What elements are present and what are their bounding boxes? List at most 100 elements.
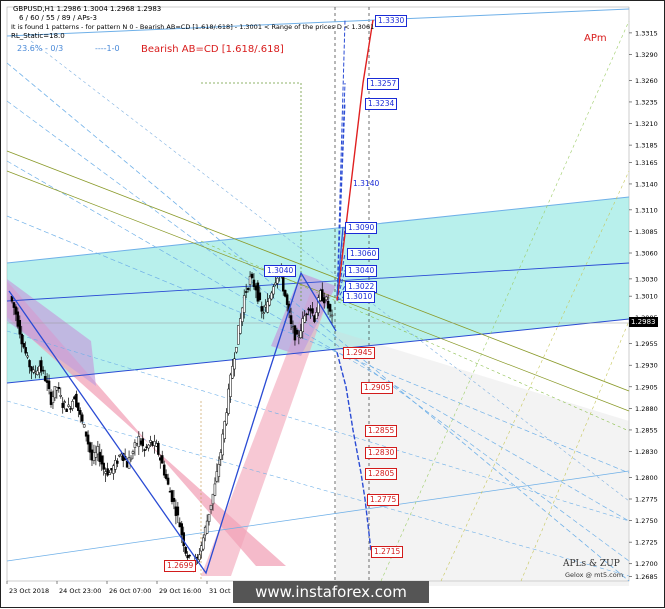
candle-body [73,396,76,400]
y-tick-label: 1.2830 [635,448,658,456]
channel-bands [6,6,630,586]
candle-body [51,396,55,403]
y-tick-label: 1.3260 [635,77,658,85]
pattern-title: Bearish AB=CD [1.618/.618] [141,44,284,55]
candle-body [143,449,146,451]
candle-body [75,393,78,408]
candle-body [84,431,88,437]
y-tick-label: 1.2685 [635,573,658,581]
candle-body [131,451,135,454]
candle-body [227,388,230,414]
candle-body [159,457,162,461]
candle-body [112,465,115,474]
red-level-label: 1.2775 [367,494,400,506]
candle-body [326,300,330,309]
candle-body [315,312,318,320]
y-tick-label: 1.3060 [635,250,658,258]
candle-body [272,286,275,295]
candle-body [264,304,267,308]
params-line: 6 / 60 / 55 / 89 / APs-3 [19,14,97,22]
candle-body [22,342,25,348]
candle-body [61,402,64,408]
y-tick-label: 1.2905 [635,383,658,391]
candle-body [291,326,295,329]
candle-body [153,441,156,446]
candle-body [180,523,184,536]
swing-high-label: 1.3040 [264,265,297,278]
candle-body [258,292,262,301]
candle-body [186,555,189,559]
y-tick-label: 1.3010 [635,293,658,301]
candle-body [108,472,111,476]
y-tick-label: 1.3110 [635,206,658,214]
candle-body [211,493,215,505]
candle-body [162,464,166,476]
candle-body [309,308,312,312]
level-label: ----1-0 [95,44,120,53]
blue-level-label: 1.3234 [365,97,398,110]
y-tick-label: 1.3185 [635,142,658,150]
candle-body [164,474,168,479]
candle-body [104,471,107,474]
candle-body [225,412,228,425]
candle-body [172,498,176,502]
red-level-label: 1.2905 [361,381,394,394]
candle-body [233,358,236,370]
candle-body [305,313,308,316]
chart-canvas[interactable]: 1.3315 1.3290 1.3260 1.3235 1.3210 1.3185 1.31… [1,1,665,609]
candle-body [141,438,144,447]
site-banner[interactable]: www.instaforex.com [233,581,429,603]
y-tick-label: 1.2775 [635,496,658,504]
blue-level-label: 1.3040 [345,265,378,278]
price-axis: 1.3315 1.3290 1.3260 1.3235 1.3210 1.3185 1.31… [629,29,658,581]
candle-body [262,312,265,314]
candle-body [98,451,102,462]
x-tick-label: 26 Oct 07:00 [109,587,151,595]
candle-body [147,444,150,449]
x-tick-label: 29 Oct 16:00 [159,587,201,595]
candle-body [135,443,139,446]
current-price-tag: 1.2983 [629,317,658,327]
candle-body [188,554,191,557]
pattern-line: It is found 1 patterns - for pattern N 0… [11,23,375,31]
candle-body [149,440,152,443]
candle-body [45,380,49,383]
candle-body [268,297,271,306]
candle-body [57,386,61,389]
candle-body [293,325,297,341]
blue-level-label: 1.3330 [375,14,408,27]
candle-body [324,296,328,301]
candle-body [82,424,86,428]
candle-body [114,460,117,470]
candle-body [231,366,234,379]
candle-body [88,442,92,453]
blue-level-label: 1.3010 [343,291,376,304]
red-level-label: 1.2830 [365,446,398,459]
candle-body [203,526,207,536]
candle-body [235,347,238,353]
corner-label: APm [584,33,607,44]
y-tick-label: 1.3235 [635,98,658,106]
y-tick-label: 1.3315 [635,29,658,37]
candle-body [196,556,199,559]
candle-body [14,306,18,315]
candle-body [303,315,306,323]
y-tick-label: 1.2725 [635,539,658,547]
candle-body [34,371,37,374]
candle-body [266,301,269,313]
candle-body [20,333,23,345]
time-axis: 23 Oct 2018 24 Oct 23:00 26 Oct 07:00 29 Oc… [6,581,251,595]
blue-level-label: 1.3090 [345,222,378,235]
x-tick-label: 23 Oct 2018 [9,587,49,595]
red-level-label: 1.2855 [365,424,398,437]
candle-body [281,277,285,292]
candle-body [90,449,94,461]
candle-body [276,277,279,284]
candle-body [176,506,180,516]
candle-body [289,315,293,325]
candle-body [246,288,250,290]
candle-body [260,306,264,312]
candle-body [207,513,211,522]
candle-body [223,421,226,439]
candle-body [322,297,326,304]
